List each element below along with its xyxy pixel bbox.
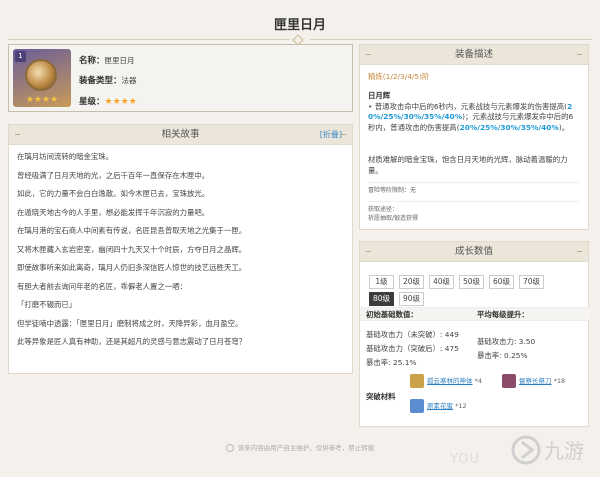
- star-rating: ★★★★: [104, 97, 137, 107]
- source-value: 祈愿抽取/锻造获得: [368, 215, 419, 222]
- watermark-text: YOU: [450, 452, 480, 467]
- skill-text-3: )。: [558, 122, 570, 132]
- story-paragraph: 又将木匣藏入玄岩密室，幽闭四十九天又十个时辰，方夺日月之晶辉。: [17, 244, 247, 254]
- name-row: 名称：匣里日月: [79, 54, 135, 66]
- story-paragraph: 此等异象是匠人真有神助，还是其超凡的灵感与意志震动了日月苍穹？: [17, 337, 247, 346]
- story-paragraph: 有胆大者前去询问年老的名匠，乖僻老人置之一哂：: [17, 281, 187, 291]
- story-paragraph: 如此，它的力量不会白白逸散。如今木匣已去，宝珠放光。: [17, 189, 210, 198]
- skill-description: • 普通攻击命中后的6秒内，元素战技与元素爆发的伤害提高(2 0%/25%/30…: [368, 102, 580, 134]
- level-row-2: 80级 90级: [369, 286, 429, 306]
- rarity-stars: ★★★★: [25, 95, 59, 105]
- weapon-image: 1 ★★★★: [13, 49, 71, 107]
- page-title: 匣里日月: [273, 18, 326, 33]
- material-item[interactable]: 孤云寒林的神体 *4: [410, 374, 482, 388]
- material-count: *12: [455, 402, 467, 410]
- material-item[interactable]: 督察长祭刀 *18: [502, 374, 565, 388]
- avg-atk: 基础攻击力: 3.50: [477, 337, 536, 346]
- title-divider: [0, 34, 600, 46]
- type-key: 装备类型：: [79, 76, 122, 86]
- growth-panel: 成长数值 1级 20级 40级 50级 60级 70级 80级 90级 初始基础数值： 平均…: [359, 241, 590, 427]
- source-label: 获取途径：: [368, 206, 399, 213]
- orb-icon: [25, 59, 57, 91]
- story-paragraph: 但学徒喃中透露：「匣里日月」磨制将成之时，天降异彩，血月盈空。: [17, 318, 243, 328]
- info-icon: [225, 444, 234, 452]
- material-name[interactable]: 孤云寒林的神体: [427, 377, 473, 385]
- fold-link[interactable]: [折叠]: [320, 125, 342, 145]
- level-limit: 冒险等阶限制：无: [368, 187, 417, 194]
- material-count: *18: [553, 377, 566, 385]
- material-icon: [410, 374, 424, 388]
- story-paragraph: 在遁晓天地古今的人手里，想必能发挥千年沉寂的力量吧。: [17, 207, 210, 217]
- material-name[interactable]: 督察长祭刀: [519, 377, 552, 385]
- skill-name: 日月辉: [368, 91, 391, 100]
- story-paragraph: 在璃月坊间流转的暗金宝珠。: [17, 152, 114, 161]
- growth-header: 成长数值: [360, 242, 588, 262]
- level-tab[interactable]: 40级: [429, 275, 454, 289]
- skill-highlight-1b: 0%/25%/30%/35%/40%: [368, 112, 463, 121]
- story-body: 在璃月坊间流转的暗金宝珠。 曾经吸满了日月天地的光，之后千百年一直保存在木匣中。…: [9, 145, 352, 361]
- story-title: 相关故事: [161, 129, 200, 140]
- equip-description-panel: 装备描述 精炼(1/2/3/4/5)阶 日月辉 • 普通攻击命中后的6秒内，元素…: [359, 44, 589, 230]
- skill-text-1: • 普通攻击命中后的6秒内，元素战技与元素爆发的伤害提高(: [368, 101, 568, 111]
- logo-text: 九游: [544, 439, 584, 463]
- skill-highlight-2: 20%/25%/30%/35%/40%: [459, 122, 559, 132]
- crit-rate: 暴击率: 25.1%: [366, 358, 417, 367]
- star-row: 星级：★★★★: [79, 95, 137, 107]
- level-tab[interactable]: 60级: [489, 275, 514, 289]
- lore-text: 材质难解的暗金宝珠，饱含日月天地的光辉，脉动着温暖的力量。: [368, 155, 568, 175]
- equip-body: 精炼(1/2/3/4/5)阶 日月辉 • 普通攻击命中后的6秒内，元素战技与元素…: [360, 65, 588, 229]
- skill-highlight-1a: 2: [567, 101, 573, 111]
- level-tab[interactable]: 50级: [459, 275, 484, 289]
- story-header: 相关故事 [折叠]: [9, 125, 352, 145]
- star-key: 星级：: [79, 97, 105, 107]
- story-paragraph: 即使故事听来如此离奇，璃月人仍旧多深信匠人惊世的技艺远胜天工。: [17, 263, 247, 272]
- avg-crit: 暴击率: 0.25%: [477, 351, 528, 360]
- material-count: *4: [474, 377, 482, 385]
- type-value: 法器: [121, 76, 137, 85]
- stats-header: 初始基础数值： 平均每级提升：: [360, 307, 590, 321]
- weapon-info-card: 1 ★★★★ 名称：匣里日月 装备类型：法器 星级：★★★★: [8, 44, 353, 112]
- material-item[interactable]: 原素花蜜 *12: [410, 399, 467, 413]
- story-paragraph: 「打磨不辍而已」: [17, 300, 77, 309]
- refine-text: 精炼(1/2/3/4/5)阶: [368, 72, 430, 81]
- level-tab[interactable]: 90级: [399, 292, 424, 306]
- level-badge: 1: [15, 51, 26, 62]
- base-atk-unbroken: 基础攻击力（未突破）: 449: [366, 330, 459, 339]
- jiuyou-logo: 九游: [511, 435, 584, 465]
- base-atk-broken: 基础攻击力（突破后）: 475: [366, 344, 459, 353]
- material-icon: [502, 374, 516, 388]
- name-value: 匣里日月: [104, 56, 135, 65]
- footer-text: 该条内容由用户自主维护，仅供参考，禁止转载: [237, 444, 375, 452]
- level-tab[interactable]: 70级: [519, 275, 544, 289]
- story-paragraph: 曾经吸满了日月天地的光，之后千百年一直保存在木匣中。: [17, 170, 210, 180]
- type-row: 装备类型：法器: [79, 74, 137, 86]
- skill-block: 日月辉 • 普通攻击命中后的6秒内，元素战技与元素爆发的伤害提高(2 0%/25…: [368, 91, 580, 133]
- story-panel: 相关故事 [折叠] 在璃月坊间流转的暗金宝珠。 曾经吸满了日月天地的光，之后千百…: [8, 124, 353, 374]
- equip-header: 装备描述: [360, 45, 588, 65]
- materials-label: 突破材料: [366, 392, 396, 401]
- base-stats-head: 初始基础数值：: [366, 310, 418, 319]
- material-name[interactable]: 原素花蜜: [427, 402, 453, 410]
- story-paragraph: 在璃月港的宝石商人中间素有传说，名匠昆吾曾取天地之光集于一匣。: [17, 226, 247, 235]
- name-key: 名称：: [79, 56, 105, 66]
- material-icon: [410, 399, 424, 413]
- avg-stats-head: 平均每级提升：: [477, 310, 529, 319]
- level-tab-active[interactable]: 80级: [369, 292, 394, 306]
